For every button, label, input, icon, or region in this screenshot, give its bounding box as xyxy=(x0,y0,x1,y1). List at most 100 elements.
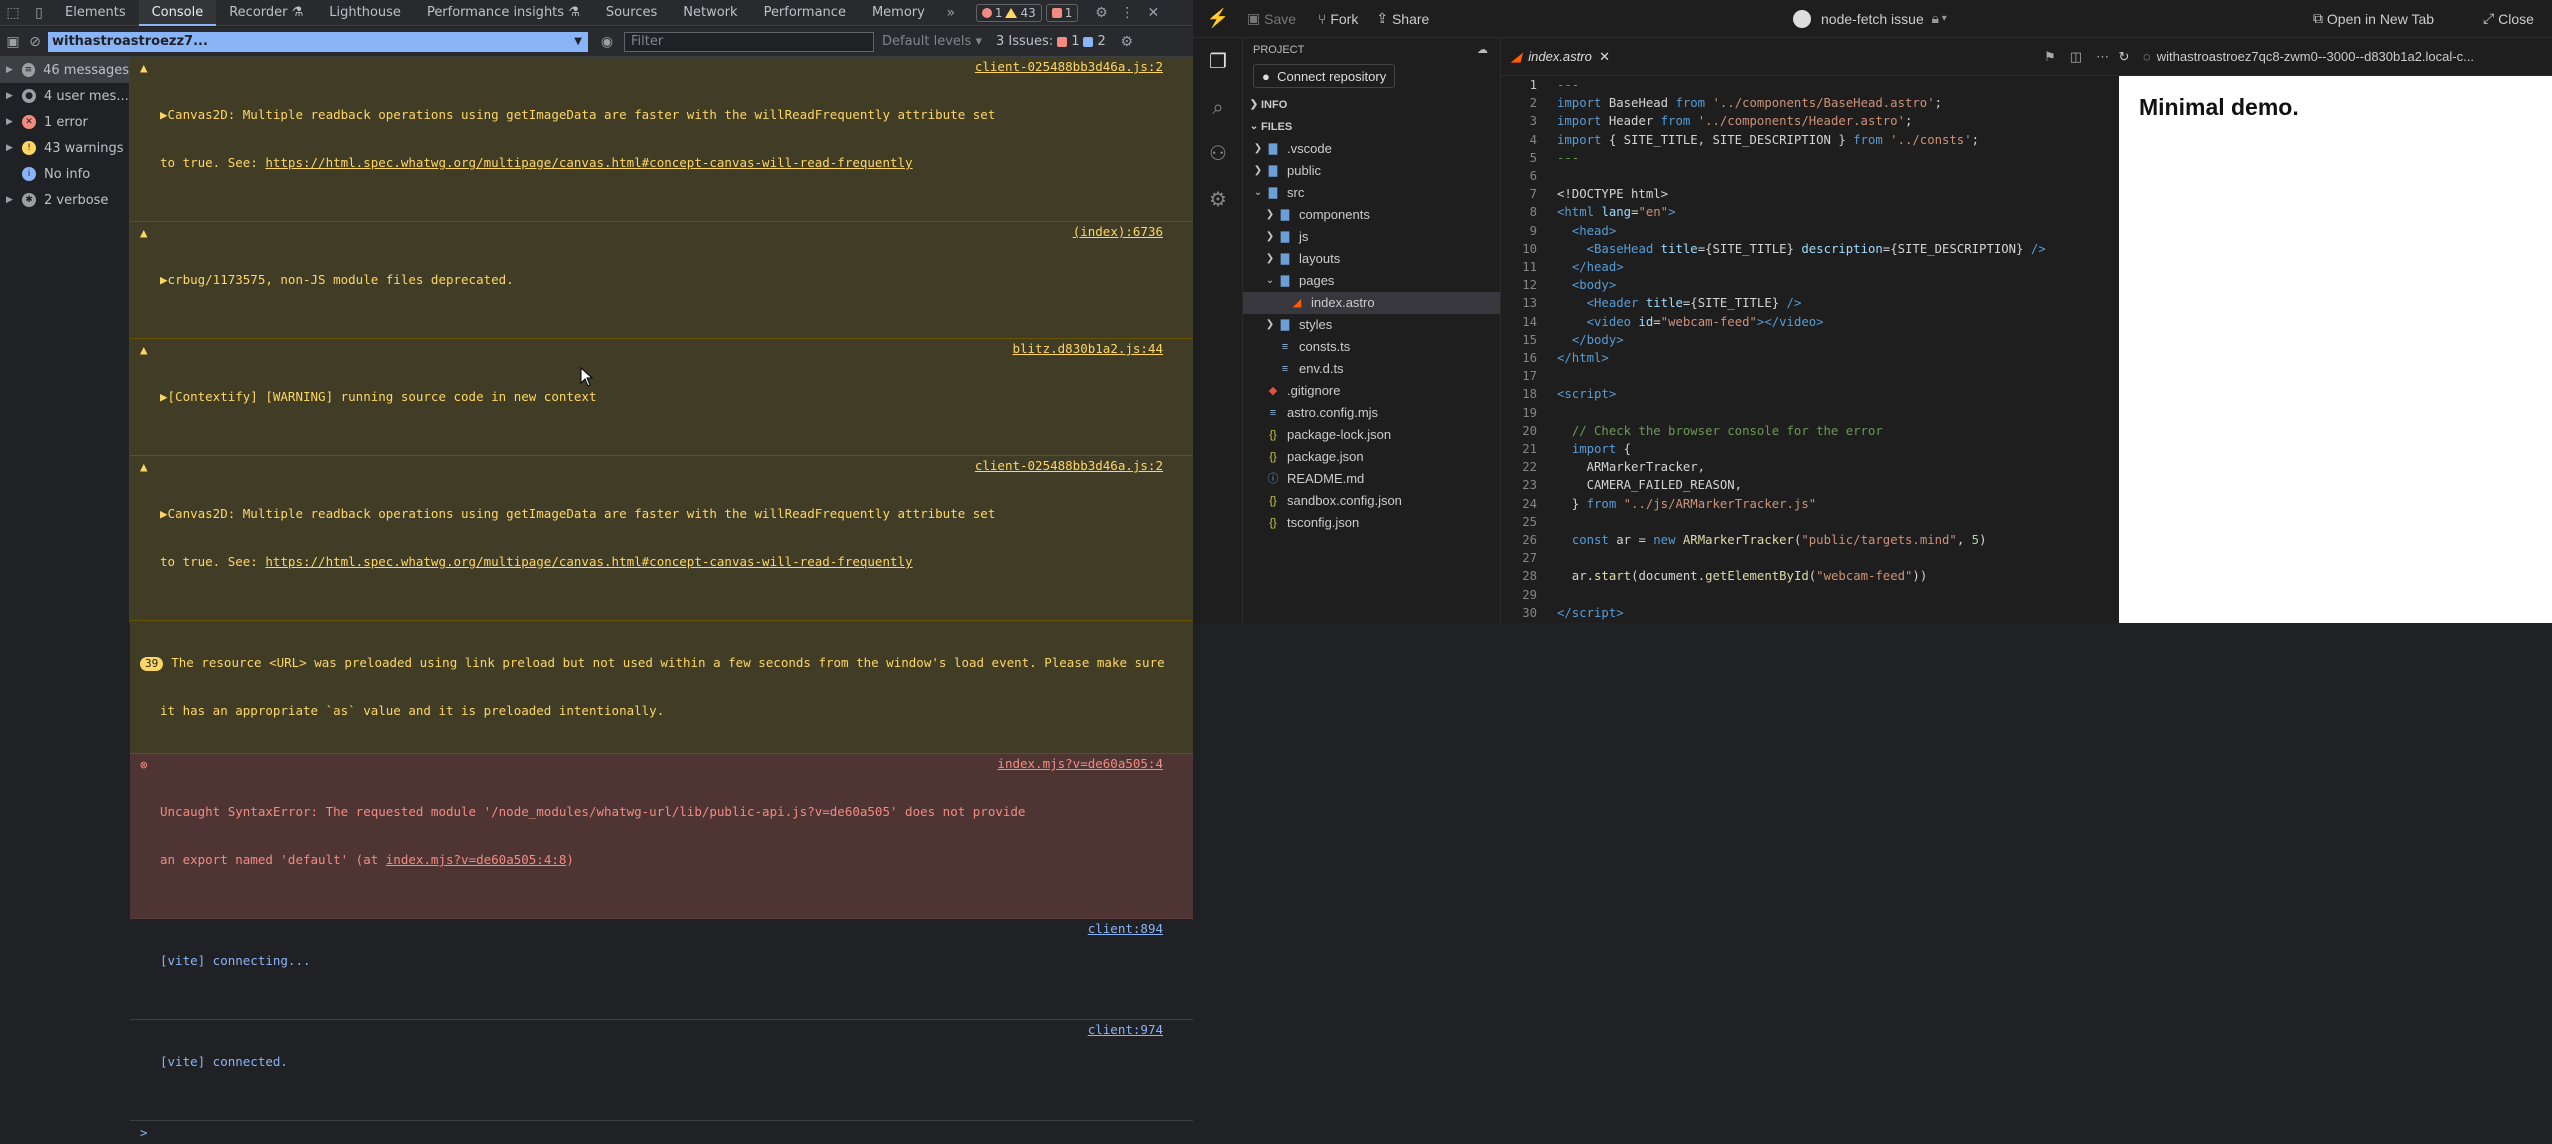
tab-console[interactable]: Console xyxy=(138,0,217,26)
file-tree-item[interactable]: ❯ ▇ public xyxy=(1243,160,1500,182)
sidebar-item-user-messages[interactable]: ▶ ● 4 user mes... xyxy=(0,83,129,109)
tab-performance-insights[interactable]: Performance insights ⚗ xyxy=(414,0,593,26)
expand-arrow-icon[interactable]: ▶ xyxy=(6,143,18,153)
console-prompt[interactable]: > xyxy=(130,1121,1193,1144)
sidebar-item-info[interactable]: i No info xyxy=(0,161,129,187)
tab-network[interactable]: Network xyxy=(670,0,750,26)
file-tree-item[interactable]: ◆ .gitignore xyxy=(1243,380,1500,402)
sidebar-item-warnings[interactable]: ▶! 43 warnings xyxy=(0,135,129,161)
code-line[interactable]: import { SITE_TITLE, SITE_DESCRIPTION } … xyxy=(1557,133,1979,147)
file-tree-item[interactable]: ❯ ▇ layouts xyxy=(1243,248,1500,270)
message-link[interactable]: https://html.spec.whatwg.org/multipage/c… xyxy=(265,554,912,569)
code-line[interactable]: import { xyxy=(1557,442,1631,456)
code-line[interactable]: </script> xyxy=(1557,606,1624,620)
file-tree-item[interactable]: ❯ ▇ js xyxy=(1243,226,1500,248)
code-line[interactable]: import BaseHead from '../components/Base… xyxy=(1557,96,1942,110)
code-line[interactable]: ARMarkerTracker, xyxy=(1557,460,1705,474)
message-link[interactable]: index.mjs?v=de60a505:4:8 xyxy=(386,852,567,867)
open-new-tab-button[interactable]: ⧉ Open in New Tab xyxy=(2313,10,2434,27)
file-tree-item[interactable]: ❯ ▇ .vscode xyxy=(1243,138,1500,160)
console-log-row[interactable]: [vite] connected. client:974 xyxy=(130,1020,1193,1121)
code-line[interactable]: <Header title={SITE_TITLE} /> xyxy=(1557,296,1802,310)
device-toolbar-icon[interactable]: ▯ xyxy=(26,0,52,26)
tab-performance[interactable]: Performance xyxy=(751,0,859,26)
settings-gear-icon[interactable]: ⚙ xyxy=(1088,0,1114,26)
extensions-icon[interactable]: ⚇ xyxy=(1193,130,1243,176)
code-line[interactable]: --- xyxy=(1557,78,1579,92)
code-line[interactable]: </head> xyxy=(1557,260,1624,274)
console-settings-gear-icon[interactable]: ⚙ xyxy=(1114,29,1140,55)
live-expression-eye-icon[interactable]: ◉ xyxy=(594,29,620,55)
file-tree-item[interactable]: {} sandbox.config.json xyxy=(1243,490,1500,512)
code-line[interactable]: ar.start(document.getElementById("webcam… xyxy=(1557,569,1927,583)
console-error-row[interactable]: ⊗ Uncaught SyntaxError: The requested mo… xyxy=(130,754,1193,919)
context-selector[interactable]: withastroastroezz7... ▼ xyxy=(48,31,588,52)
connect-repository-button[interactable]: ● Connect repository xyxy=(1253,64,1396,88)
code-line[interactable]: // Check the browser console for the err… xyxy=(1557,424,1883,438)
file-tree-item[interactable]: ≡ env.d.ts xyxy=(1243,358,1500,380)
console-warning-row[interactable]: 39 The resource <URL> was preloaded using… xyxy=(130,621,1193,754)
file-tree-item[interactable]: ⓘ README.md xyxy=(1243,468,1500,490)
editor-tab-index-astro[interactable]: ◢ index.astro ✕ xyxy=(1501,38,1620,76)
code-line[interactable]: </body> xyxy=(1557,333,1624,347)
devtools-counters[interactable]: 1 43 1 xyxy=(974,3,1081,22)
file-tree-item[interactable]: ❯ ▇ styles xyxy=(1243,314,1500,336)
clear-console-icon[interactable]: ⊘ xyxy=(22,29,48,55)
settings-gear-icon[interactable]: ⚙ xyxy=(1193,176,1243,222)
code-line[interactable]: <BaseHead title={SITE_TITLE} description… xyxy=(1557,242,2046,256)
console-warning-row[interactable]: ▲ ▶Canvas2D: Multiple readback operation… xyxy=(130,57,1193,222)
tab-elements[interactable]: Elements xyxy=(52,0,139,26)
issues-badge[interactable]: 1 xyxy=(1045,3,1079,22)
code-line[interactable]: --- xyxy=(1557,151,1579,165)
source-link[interactable]: index.mjs?v=de60a505:4 xyxy=(997,756,1163,772)
files-icon[interactable]: ❐ xyxy=(1193,38,1243,84)
flag-icon[interactable]: ⚑ xyxy=(2044,49,2056,65)
refresh-icon[interactable]: ↻ xyxy=(2109,49,2139,65)
file-tree-item[interactable]: ❯ ▇ components xyxy=(1243,204,1500,226)
code-line[interactable]: <head> xyxy=(1557,224,1616,238)
more-tabs-icon[interactable]: » xyxy=(938,0,964,26)
expand-arrow-icon[interactable]: ▶ xyxy=(6,91,18,101)
console-warning-row[interactable]: ▲ ▶Canvas2D: Multiple readback operation… xyxy=(130,456,1193,621)
file-tree-item[interactable]: {} package.json xyxy=(1243,446,1500,468)
source-link[interactable]: client:974 xyxy=(1088,1022,1163,1038)
code-line[interactable]: const ar = new ARMarkerTracker("public/t… xyxy=(1557,533,1987,547)
error-count-badge[interactable]: 1 43 xyxy=(975,3,1042,22)
code-line[interactable]: <html lang="en"> xyxy=(1557,205,1676,219)
close-tab-icon[interactable]: ✕ xyxy=(1599,49,1610,65)
expand-arrow-icon[interactable]: ▶ xyxy=(6,65,18,75)
stackblitz-bolt-icon[interactable]: ⚡ xyxy=(1193,8,1243,29)
file-tree-item[interactable]: {} package-lock.json xyxy=(1243,424,1500,446)
code-line[interactable]: <video id="webcam-feed"></video> xyxy=(1557,315,1824,329)
tab-sources[interactable]: Sources xyxy=(593,0,670,26)
more-icon[interactable]: ⋯ xyxy=(2096,49,2109,65)
expand-arrow-icon[interactable]: ▶ xyxy=(6,195,18,205)
sidebar-item-errors[interactable]: ▶ ✕ 1 error xyxy=(0,109,129,135)
file-tree-item[interactable]: ⌄ ▇ src xyxy=(1243,182,1500,204)
close-devtools-icon[interactable]: ✕ xyxy=(1140,0,1166,26)
source-link[interactable]: client-025488bb3d46a.js:2 xyxy=(975,59,1163,75)
project-title[interactable]: node-fetch issue 🔒︎ ▾ xyxy=(1793,9,1947,28)
code-line[interactable]: } from "../js/ARMarkerTracker.js" xyxy=(1557,497,1816,511)
preview-url[interactable]: withastroastroez7qc8-zwm0--3000--d830b1a… xyxy=(2157,49,2474,64)
source-link[interactable]: (index):6736 xyxy=(1073,224,1163,240)
code-line[interactable]: <script> xyxy=(1557,387,1616,401)
sidebar-item-verbose[interactable]: ▶ ✱ 2 verbose xyxy=(0,187,129,213)
tab-lighthouse[interactable]: Lighthouse xyxy=(316,0,414,26)
expand-arrow-icon[interactable]: ▶ xyxy=(6,117,18,127)
cloud-icon[interactable]: ☁ xyxy=(1477,39,1488,61)
code-area[interactable]: 1 --- 2 import BaseHead from '../components… xyxy=(1501,76,2119,623)
console-warning-row[interactable]: ▲ ▶crbug/1173575, non-JS module files de… xyxy=(130,222,1193,339)
message-link[interactable]: https://html.spec.whatwg.org/multipage/c… xyxy=(265,155,912,170)
close-button[interactable]: ⤢ Close xyxy=(2483,10,2534,27)
file-tree-item[interactable]: {} tsconfig.json xyxy=(1243,512,1500,534)
console-warning-row[interactable]: ▲ ▶[Contextify] [WARNING] running source… xyxy=(130,339,1193,456)
files-section-header[interactable]: ⌄ FILES xyxy=(1243,116,1500,138)
code-line[interactable]: </html> xyxy=(1557,351,1609,365)
sidebar-item-messages[interactable]: ▶ ≡ 46 messages xyxy=(0,57,129,83)
code-line[interactable]: import Header from '../components/Header… xyxy=(1557,114,1912,128)
file-tree-item[interactable]: ◢ index.astro xyxy=(1243,292,1500,314)
info-section-header[interactable]: ❯ INFO xyxy=(1243,94,1500,116)
levels-dropdown[interactable]: Default levels ▾ xyxy=(882,34,982,49)
filter-input[interactable] xyxy=(624,31,874,52)
